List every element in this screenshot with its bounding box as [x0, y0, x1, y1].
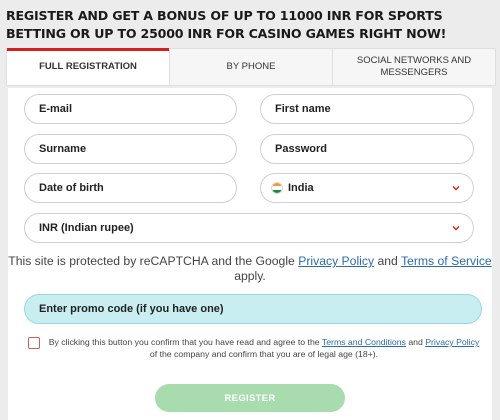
- password-field[interactable]: Password: [260, 134, 474, 164]
- recaptcha-notice: This site is protected by reCAPTCHA and …: [8, 254, 492, 284]
- recaptcha-text-mid: and: [374, 254, 401, 268]
- terms-of-service-link[interactable]: Terms of Service: [401, 254, 492, 268]
- first-name-placeholder: First name: [275, 103, 331, 115]
- password-placeholder: Password: [275, 143, 327, 155]
- register-button[interactable]: REGISTER: [155, 384, 345, 412]
- terms-and-conditions-link[interactable]: Terms and Conditions: [322, 337, 406, 347]
- promo-code-field[interactable]: Enter promo code (if you have one): [24, 294, 482, 324]
- surname-field[interactable]: Surname: [24, 134, 237, 164]
- privacy-policy-link[interactable]: Privacy Policy: [298, 254, 374, 268]
- promo-code-placeholder: Enter promo code (if you have one): [39, 303, 224, 315]
- country-select[interactable]: India: [260, 173, 474, 203]
- india-flag-icon: [271, 182, 283, 194]
- consent-text: By clicking this button you confirm that…: [48, 336, 480, 360]
- consent-text-post: of the company and confirm that you are …: [149, 349, 379, 359]
- consent-checkbox[interactable]: [28, 337, 40, 349]
- currency-value: INR (Indian rupee): [39, 222, 134, 234]
- first-name-field[interactable]: First name: [260, 94, 474, 124]
- date-of-birth-field[interactable]: Date of birth: [24, 173, 237, 203]
- tab-social-networks[interactable]: SOCIAL NETWORKS AND MESSENGERS: [333, 49, 495, 85]
- surname-placeholder: Surname: [39, 143, 87, 155]
- recaptcha-text-post: apply.: [234, 269, 266, 283]
- consent-privacy-policy-link[interactable]: Privacy Policy: [425, 337, 479, 347]
- registration-form: E-mail First name Surname Password Date …: [8, 88, 492, 420]
- email-field[interactable]: E-mail: [24, 94, 237, 124]
- registration-tabs: FULL REGISTRATION BY PHONE SOCIAL NETWOR…: [6, 48, 496, 86]
- chevron-down-icon: [452, 226, 460, 231]
- country-value: India: [288, 182, 314, 194]
- tab-by-phone[interactable]: BY PHONE: [170, 49, 333, 85]
- currency-select[interactable]: INR (Indian rupee): [24, 213, 474, 243]
- recaptcha-text-pre: This site is protected by reCAPTCHA and …: [8, 254, 299, 268]
- consent-text-pre: By clicking this button you confirm that…: [48, 337, 322, 347]
- tab-full-registration[interactable]: FULL REGISTRATION: [7, 48, 170, 85]
- date-of-birth-placeholder: Date of birth: [39, 182, 104, 194]
- chevron-down-icon: [452, 186, 460, 191]
- consent-text-mid: and: [405, 337, 426, 347]
- email-placeholder: E-mail: [39, 103, 73, 115]
- promo-headline: REGISTER AND GET A BONUS OF UP TO 11000 …: [6, 8, 447, 41]
